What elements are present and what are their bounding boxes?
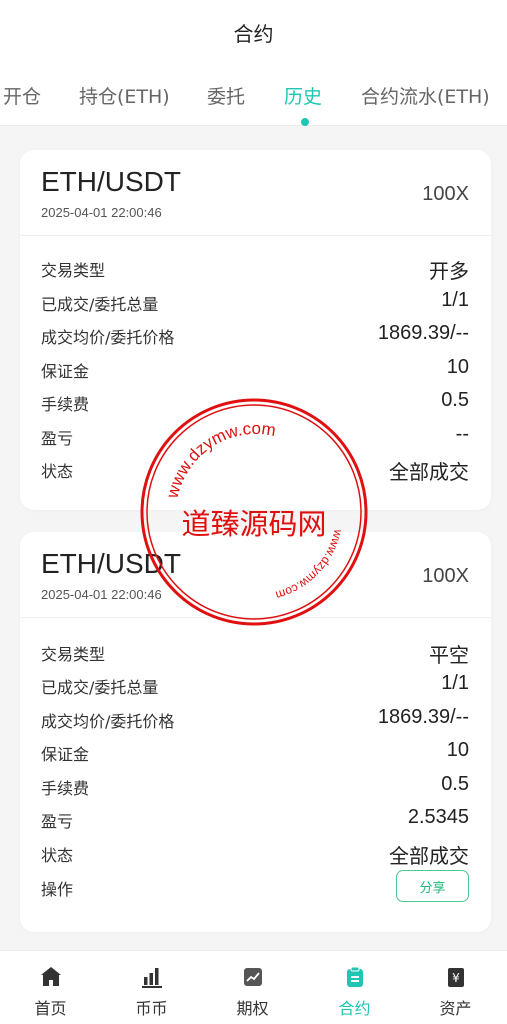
bottom-nav: 首页 币币 期权 合约 ¥ 资产: [0, 950, 507, 1024]
row-value: 全部成交: [389, 462, 469, 484]
row-value: 10: [446, 739, 469, 761]
row-label: 保证金: [41, 362, 90, 381]
row-value: 1/1: [441, 289, 469, 311]
nav-assets[interactable]: ¥ 资产: [405, 951, 506, 1024]
detail-row: 盈亏 2.5345: [20, 802, 491, 836]
row-label: 保证金: [41, 745, 90, 764]
order-time: 2025-04-01 22:00:46: [41, 205, 162, 220]
row-label: 已成交/委托总量: [41, 295, 159, 314]
nav-label: 币币: [135, 999, 168, 1018]
detail-row: 成交均价/委托价格 1869.39/--: [20, 702, 491, 736]
detail-row: 手续费 0.5: [20, 769, 491, 803]
row-value: 1/1: [441, 672, 469, 694]
tab-bar: 开仓 持仓(ETH) 委托 历史 合约流水(ETH): [0, 64, 507, 126]
detail-row: 保证金 10: [20, 735, 491, 769]
svg-text:¥: ¥: [452, 971, 460, 985]
tab-open-position[interactable]: 开仓: [3, 82, 41, 109]
row-label: 已成交/委托总量: [41, 678, 159, 697]
row-label: 成交均价/委托价格: [41, 328, 175, 347]
action-row: 操作 分享: [20, 870, 491, 904]
nav-label: 资产: [439, 999, 472, 1018]
detail-row: 状态 全部成交: [20, 452, 491, 486]
row-value: 全部成交: [389, 846, 469, 868]
row-label: 手续费: [41, 395, 90, 414]
row-value: --: [455, 423, 469, 445]
share-button[interactable]: 分享: [396, 870, 469, 902]
nav-label: 首页: [34, 999, 67, 1018]
tab-contract-flow[interactable]: 合约流水(ETH): [361, 82, 490, 109]
top-header: 合约: [0, 0, 507, 64]
contract-clipboard-icon: [346, 966, 363, 987]
row-label: 成交均价/委托价格: [41, 712, 175, 731]
row-value: 平空: [429, 645, 469, 667]
nav-label: 期权: [236, 999, 269, 1018]
row-value: 1869.39/--: [377, 322, 469, 344]
detail-row: 成交均价/委托价格 1869.39/--: [20, 318, 491, 352]
nav-options[interactable]: 期权: [202, 951, 303, 1024]
history-card: ETH/USDT 2025-04-01 22:00:46 100X 交易类型 平…: [20, 532, 491, 932]
row-label: 手续费: [41, 779, 90, 798]
row-value: 0.5: [441, 389, 469, 411]
card-header: ETH/USDT 2025-04-01 22:00:46 100X: [20, 532, 491, 618]
detail-row: 交易类型 开多: [20, 251, 491, 285]
nav-contract[interactable]: 合约: [304, 951, 405, 1024]
detail-row: 状态 全部成交: [20, 836, 491, 870]
home-icon: [40, 967, 61, 986]
row-value: 10: [446, 356, 469, 378]
history-card: ETH/USDT 2025-04-01 22:00:46 100X 交易类型 开…: [20, 150, 491, 510]
trading-pair: ETH/USDT: [41, 548, 181, 579]
detail-row: 盈亏 --: [20, 419, 491, 453]
row-value: 1869.39/--: [377, 706, 469, 728]
tab-history[interactable]: 历史: [284, 82, 322, 109]
detail-row: 手续费 0.5: [20, 385, 491, 419]
order-time: 2025-04-01 22:00:46: [41, 587, 162, 602]
leverage: 100X: [422, 183, 469, 205]
row-label: 交易类型: [41, 645, 106, 664]
tab-orders[interactable]: 委托: [207, 82, 245, 109]
trading-pair: ETH/USDT: [41, 166, 181, 197]
history-list[interactable]: ETH/USDT 2025-04-01 22:00:46 100X 交易类型 开…: [0, 127, 507, 950]
options-chart-icon: [243, 968, 262, 986]
detail-row: 已成交/委托总量 1/1: [20, 285, 491, 319]
detail-row: 保证金 10: [20, 352, 491, 386]
row-label: 盈亏: [41, 429, 74, 448]
wallet-yen-icon: ¥: [447, 968, 464, 987]
active-tab-indicator: [301, 118, 309, 126]
nav-home[interactable]: 首页: [0, 951, 101, 1024]
row-value: 开多: [429, 261, 469, 283]
row-value: 2.5345: [407, 806, 469, 828]
row-value: 0.5: [441, 773, 469, 795]
row-label: 盈亏: [41, 812, 74, 831]
page-title: 合约: [233, 21, 274, 46]
nav-label: 合约: [338, 999, 371, 1018]
row-label: 状态: [41, 462, 74, 481]
detail-row: 已成交/委托总量 1/1: [20, 668, 491, 702]
row-label: 交易类型: [41, 261, 106, 280]
tab-positions[interactable]: 持仓(ETH): [79, 82, 170, 109]
row-label: 操作: [41, 880, 74, 899]
bar-chart-icon: [141, 968, 162, 988]
row-label: 状态: [41, 846, 74, 865]
detail-row: 交易类型 平空: [20, 635, 491, 669]
leverage: 100X: [422, 565, 469, 587]
nav-spot[interactable]: 币币: [101, 951, 202, 1024]
card-header: ETH/USDT 2025-04-01 22:00:46 100X: [20, 150, 491, 236]
